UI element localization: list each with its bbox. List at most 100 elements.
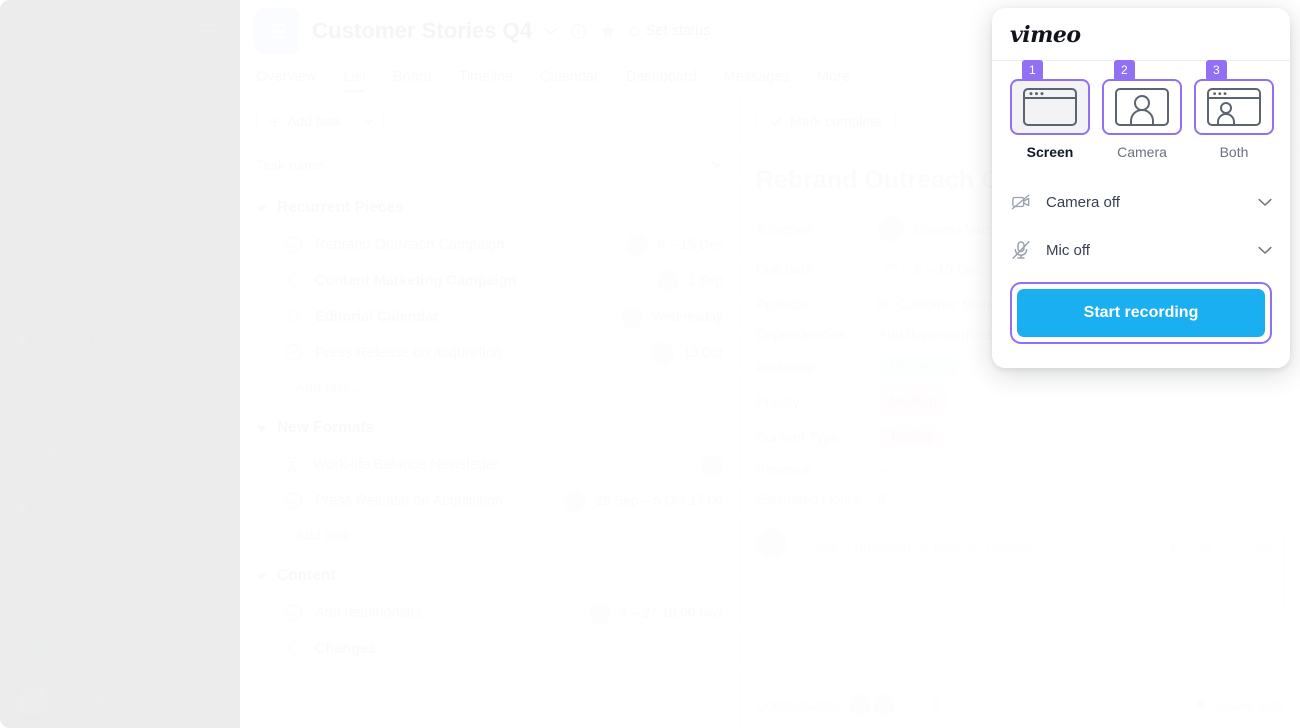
field-label: Estimated Hours <box>756 491 860 507</box>
emoji-icon[interactable] <box>1225 539 1241 560</box>
field-value[interactable]: 5 <box>878 491 886 507</box>
tab-overview[interactable]: Overview <box>256 69 316 92</box>
favorite-label: Request for Creative ... <box>39 304 183 320</box>
field-value[interactable]: Medium <box>878 391 949 412</box>
caret-down-icon <box>256 573 267 580</box>
tab-messages[interactable]: Messages <box>724 69 790 92</box>
field-value[interactable]: — <box>878 461 892 477</box>
tab-board[interactable]: Board <box>393 69 432 92</box>
table-row[interactable]: Press Release on Acquisition 28 Sep – 5 … <box>240 483 739 519</box>
record-icon[interactable] <box>1165 539 1181 560</box>
add-dependencies-button[interactable]: Add dependencies <box>878 326 994 342</box>
set-status-button[interactable]: Set status <box>629 23 711 39</box>
favorite-item[interactable]: Creative Production <box>0 382 240 410</box>
comment-input[interactable]: Ask a question or post an update... <box>798 528 1284 616</box>
favorite-label: Lead Generation Cam... <box>41 556 191 572</box>
avatar-placeholder[interactable] <box>897 694 920 716</box>
bell-icon <box>18 129 36 147</box>
mode-screen[interactable]: 1 Screen <box>1010 60 1090 160</box>
project-color-dot <box>18 307 27 317</box>
chevron-down-icon <box>711 162 723 168</box>
table-row[interactable]: Press Release on acquisition 13 Oct <box>240 335 739 371</box>
info-icon[interactable] <box>570 23 587 40</box>
mode-both[interactable]: 3 Both <box>1194 60 1274 160</box>
avatar[interactable] <box>849 694 872 716</box>
mark-complete-button[interactable]: Mark complete <box>756 105 896 137</box>
task-due-date: 13 Oct <box>683 345 723 360</box>
add-task-inline[interactable]: Add task... <box>240 519 739 551</box>
mic-select[interactable]: Mic off <box>1010 226 1272 274</box>
app-window: Home My Tasks Inbox Reporting Portfolios… <box>0 0 1300 728</box>
avatar[interactable] <box>873 694 896 716</box>
tab-list[interactable]: List <box>343 69 366 92</box>
table-row[interactable]: Editorial Calendar Wednesday <box>240 299 739 335</box>
field-value[interactable]: Testing <box>878 426 943 447</box>
table-row[interactable]: Rebrand Outreach Campaign 6 – 15 Dec <box>240 227 739 263</box>
sidebar-item-reporting[interactable]: Reporting <box>0 154 240 186</box>
help-getting-started-button[interactable]: Help & getting started <box>0 672 240 728</box>
favorite-item[interactable]: Lead Generation Cam... <box>0 550 240 578</box>
shortcut-badge-2: 2 <box>1114 60 1135 81</box>
task-meta: 6 – 15 Dec <box>626 233 723 256</box>
page-title: Customer Stories Q4 <box>312 18 533 43</box>
table-row[interactable]: Content Marketing Campaign 1 Sep <box>240 263 739 299</box>
favorite-item[interactable]: Editorial Calendar <box>0 326 240 354</box>
task-meta <box>701 453 723 476</box>
sidebar-item-my-tasks[interactable]: My Tasks <box>0 90 240 122</box>
table-row[interactable]: Changes <box>240 631 739 667</box>
chevron-down-icon[interactable] <box>1258 246 1272 255</box>
tab-timeline[interactable]: Timeline <box>459 69 513 92</box>
status-badge: Testing <box>878 426 943 447</box>
group-header[interactable]: New Formats <box>240 403 739 447</box>
leave-task-button[interactable]: Leave task <box>1194 697 1284 713</box>
field-value[interactable]: Daniela Vargas <box>878 216 1009 242</box>
plus-icon[interactable] <box>929 697 943 714</box>
field-label: Due date <box>756 261 813 277</box>
sidebar-collapse-icon[interactable] <box>185 17 220 33</box>
avatar <box>756 528 786 558</box>
favorite-item[interactable]: On Tour <box>0 410 240 438</box>
invite-teammates-button[interactable]: Invite teammates <box>0 628 240 672</box>
field-value[interactable]: Marketing <box>878 356 960 377</box>
task-meta: 28 Sep – 5 Oct 17:00 <box>564 489 723 512</box>
group-header[interactable]: Recurrent Pieces <box>240 183 739 227</box>
mention-icon[interactable] <box>1195 539 1211 560</box>
star-icon[interactable] <box>599 22 617 40</box>
sidebar-item-portfolios[interactable]: Portfolios <box>0 186 240 218</box>
chevron-down-icon[interactable] <box>1258 198 1272 207</box>
favorite-item[interactable]: Team Weekly Meeting <box>0 494 240 522</box>
task-due-date: 3 – 27 18:00 Nov <box>620 605 723 620</box>
collaborators-label: Collaborators <box>756 697 840 713</box>
sidebar-item-goals[interactable]: Goals <box>0 218 240 250</box>
favorite-item[interactable]: Upcoming Product La... <box>0 466 240 494</box>
table-row[interactable]: Work-life Balance Newsletter <box>240 447 739 483</box>
tab-dashboard[interactable]: Dashboard <box>626 69 697 92</box>
favorite-item[interactable]: Web Development Sp... <box>0 354 240 382</box>
tab-more[interactable]: More... <box>817 69 862 92</box>
field-value[interactable]: 6 – 15 Dec <box>878 256 982 282</box>
sidebar-item-inbox[interactable]: Inbox <box>0 122 240 154</box>
sidebar-item-home[interactable]: Home <box>0 58 240 90</box>
add-task-button[interactable]: Add task <box>256 105 385 137</box>
composer-icons <box>1165 539 1271 560</box>
check-circle-icon <box>285 344 302 361</box>
task-list-panel: Add task Task name Recurrent Pieces Rebr… <box>240 93 740 728</box>
group-header[interactable]: Content <box>240 551 739 595</box>
sidebar-top <box>0 0 240 50</box>
task-name: Rebrand Outreach Campaign <box>315 236 505 253</box>
favorite-item[interactable]: Request for Creative ... <box>0 298 240 326</box>
add-task-inline[interactable]: Add task... <box>240 371 739 403</box>
favorite-item[interactable]: Marketing Current Ro... <box>0 438 240 466</box>
star-outline-icon[interactable] <box>1255 539 1271 560</box>
check-icon <box>770 116 783 126</box>
bar-chart-icon <box>18 447 29 458</box>
start-recording-button[interactable]: Start recording <box>1017 289 1265 337</box>
chevron-down-icon[interactable] <box>544 27 558 36</box>
mode-label: Both <box>1219 144 1249 160</box>
favorite-item[interactable]: Chris / Jamie 1:1 <box>0 522 240 550</box>
add-task-dropdown[interactable] <box>353 110 383 132</box>
mode-camera[interactable]: 2 Camera <box>1102 60 1182 160</box>
tab-calendar[interactable]: Calendar <box>540 69 599 92</box>
table-row[interactable]: Add testimonials 3 – 27 18:00 Nov <box>240 595 739 631</box>
camera-select[interactable]: Camera off <box>1010 178 1272 226</box>
